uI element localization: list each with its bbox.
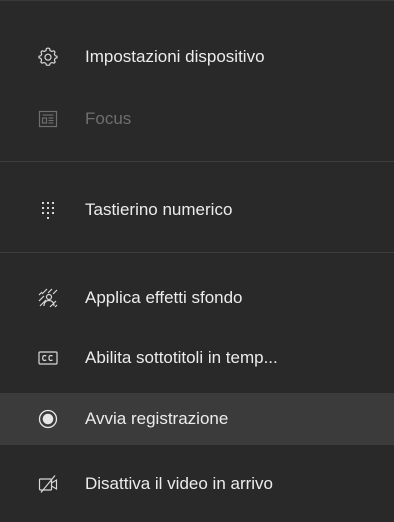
menu-item-start-recording[interactable]: Avvia registrazione xyxy=(0,393,394,445)
menu-item-label: Focus xyxy=(85,109,132,128)
background-effects-icon xyxy=(38,288,58,308)
menu-item-label: Avvia registrazione xyxy=(85,409,229,428)
dialpad-icon xyxy=(38,200,58,220)
menu-item-background-effects[interactable]: Applica effetti sfondo xyxy=(0,272,394,324)
menu-divider xyxy=(0,161,394,162)
menu-item-label: Disattiva il video in arrivo xyxy=(85,474,274,493)
menu-item-label: Abilita sottotitoli in temp... xyxy=(85,348,278,367)
menu-divider xyxy=(0,252,394,253)
context-menu: Impostazioni dispositivo Focus Tastierin… xyxy=(0,0,394,522)
menu-item-label: Applica effetti sfondo xyxy=(85,288,243,307)
record-icon xyxy=(38,409,58,429)
menu-item-device-settings[interactable]: Impostazioni dispositivo xyxy=(0,31,394,83)
gear-icon xyxy=(38,47,58,67)
video-off-icon xyxy=(38,474,58,494)
menu-item-focus: Focus xyxy=(0,93,394,145)
menu-item-live-captions[interactable]: Abilita sottotitoli in temp... xyxy=(0,332,394,384)
menu-item-label: Impostazioni dispositivo xyxy=(85,47,265,66)
focus-icon xyxy=(38,109,58,129)
menu-item-dialpad[interactable]: Tastierino numerico xyxy=(0,184,394,236)
menu-item-label: Tastierino numerico xyxy=(85,200,233,219)
closed-captions-icon xyxy=(38,348,58,368)
menu-item-disable-incoming-video[interactable]: Disattiva il video in arrivo xyxy=(0,458,394,510)
